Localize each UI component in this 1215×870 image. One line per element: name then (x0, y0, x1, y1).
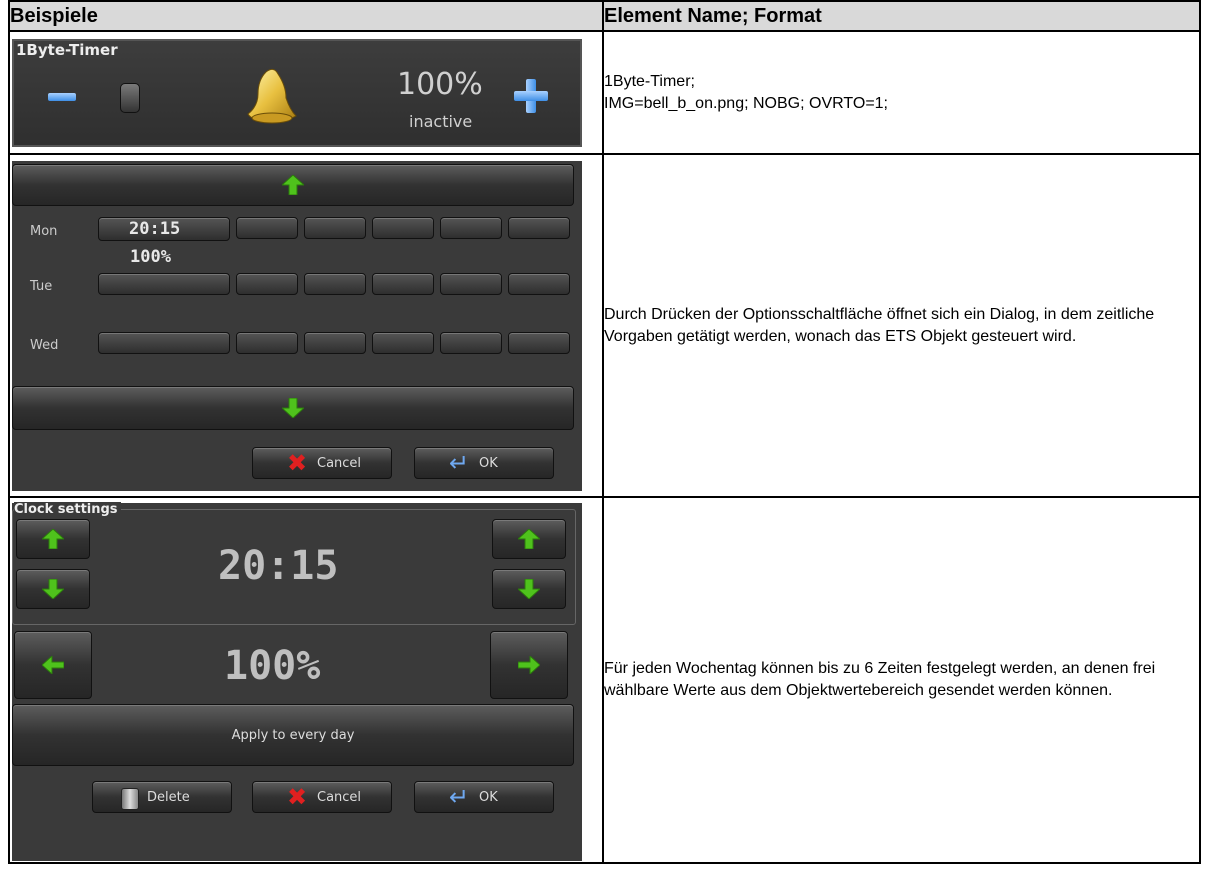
format-table: Beispiele Element Name; Format 1Byte-Tim… (8, 0, 1201, 864)
scroll-down-button[interactable] (12, 385, 574, 430)
ok-label: OK (479, 790, 498, 805)
trash-icon (121, 788, 139, 810)
example-cell-clock: Clock settings 20:15 100% Apply to every… (8, 496, 604, 864)
time-slot-tue-2[interactable] (236, 272, 298, 295)
ok-label: OK (479, 455, 498, 471)
time-slot-mon-2[interactable] (236, 216, 298, 239)
time-slot-wed-1[interactable] (98, 331, 230, 354)
time-slot-wed-4[interactable] (372, 331, 434, 354)
time-slot-wed-3[interactable] (304, 331, 366, 354)
scroll-up-button[interactable] (12, 163, 574, 206)
time-slot-tue-5[interactable] (440, 272, 502, 295)
cancel-x-icon: ✖ (287, 448, 308, 477)
ok-button[interactable]: ↵ OK (414, 781, 554, 813)
arrow-down-icon (42, 579, 64, 599)
cancel-x-icon: ✖ (287, 783, 308, 811)
time-slot-mon-6[interactable] (508, 216, 570, 239)
arrow-down-icon (518, 579, 540, 599)
apply-to-every-day-label: Apply to every day (231, 728, 355, 743)
delete-label: Delete (147, 790, 190, 805)
time-slot-wed-5[interactable] (440, 331, 502, 354)
description-line-format: IMG=bell_b_on.png; NOBG; OVRTO=1; (604, 94, 888, 112)
clock-time: 20:15 (218, 543, 339, 589)
description-cell-weekly: Durch Drücken der Optionsschaltfläche öf… (602, 153, 1201, 498)
toggle-switch[interactable] (120, 82, 140, 113)
day-label-mon: Mon (30, 223, 58, 239)
arrow-up-icon (282, 174, 304, 195)
bell-icon (247, 68, 297, 123)
enter-icon: ↵ (449, 448, 470, 477)
cancel-label: Cancel (317, 790, 362, 805)
hour-up-button[interactable] (16, 519, 90, 559)
time-slot-mon-5[interactable] (440, 216, 502, 239)
ok-button[interactable]: ↵ OK (414, 446, 554, 479)
header-examples: Beispiele (8, 0, 604, 32)
minus-icon[interactable] (48, 92, 76, 101)
example-cell-weekly: Mon 20:15 100% Tue Wed ✖ Cancel ↵ OK (8, 153, 604, 498)
time-slot-tue-6[interactable] (508, 272, 570, 295)
description-line-name: 1Byte-Timer; (604, 72, 695, 90)
day-label-tue: Tue (30, 278, 53, 294)
weekly-schedule-dialog: Mon 20:15 100% Tue Wed ✖ Cancel ↵ OK (12, 160, 582, 491)
timer-status: inactive (409, 111, 473, 131)
value-decrease-button[interactable] (14, 631, 92, 699)
plus-icon[interactable] (514, 78, 548, 113)
header-element-name-format: Element Name; Format (602, 0, 1201, 32)
minute-down-button[interactable] (492, 569, 566, 609)
clock-settings-dialog: Clock settings 20:15 100% Apply to every… (12, 502, 582, 861)
example-cell-timer: 1Byte-Timer 100% inactive (8, 30, 604, 155)
time-slot-wed-6[interactable] (508, 331, 570, 354)
mon-first-time: 20:15 (129, 218, 181, 239)
cancel-button[interactable]: ✖ Cancel (252, 781, 392, 813)
arrow-up-icon (518, 529, 540, 549)
clock-value: 100% (224, 643, 321, 689)
cancel-label: Cancel (317, 455, 362, 471)
timer-widget: 1Byte-Timer 100% inactive (12, 38, 582, 147)
description-cell-timer: 1Byte-Timer; IMG=bell_b_on.png; NOBG; OV… (602, 30, 1201, 155)
time-slot-tue-3[interactable] (304, 272, 366, 295)
minute-up-button[interactable] (492, 519, 566, 559)
description-cell-clock: Für jeden Wochentag können bis zu 6 Zeit… (602, 496, 1201, 864)
delete-button[interactable]: Delete (92, 781, 232, 813)
day-label-wed: Wed (30, 337, 59, 353)
enter-icon: ↵ (449, 783, 470, 811)
mon-first-value: 100% (130, 246, 171, 267)
time-slot-mon-4[interactable] (372, 216, 434, 239)
apply-to-every-day-button[interactable]: Apply to every day (12, 704, 574, 766)
time-slot-tue-4[interactable] (372, 272, 434, 295)
cancel-button[interactable]: ✖ Cancel (252, 446, 392, 479)
arrow-down-icon (282, 397, 304, 418)
hour-down-button[interactable] (16, 569, 90, 609)
value-increase-button[interactable] (490, 631, 568, 699)
timer-value: 100% (397, 66, 483, 102)
time-slot-mon-3[interactable] (304, 216, 366, 239)
clock-settings-title: Clock settings (14, 502, 121, 517)
time-slot-wed-2[interactable] (236, 331, 298, 354)
arrow-right-icon (518, 656, 540, 674)
time-slot-mon-1[interactable]: 20:15 (98, 216, 230, 241)
timer-widget-title: 1Byte-Timer (16, 40, 118, 59)
arrow-left-icon (42, 656, 64, 674)
time-slot-tue-1[interactable] (98, 272, 230, 295)
arrow-up-icon (42, 529, 64, 549)
